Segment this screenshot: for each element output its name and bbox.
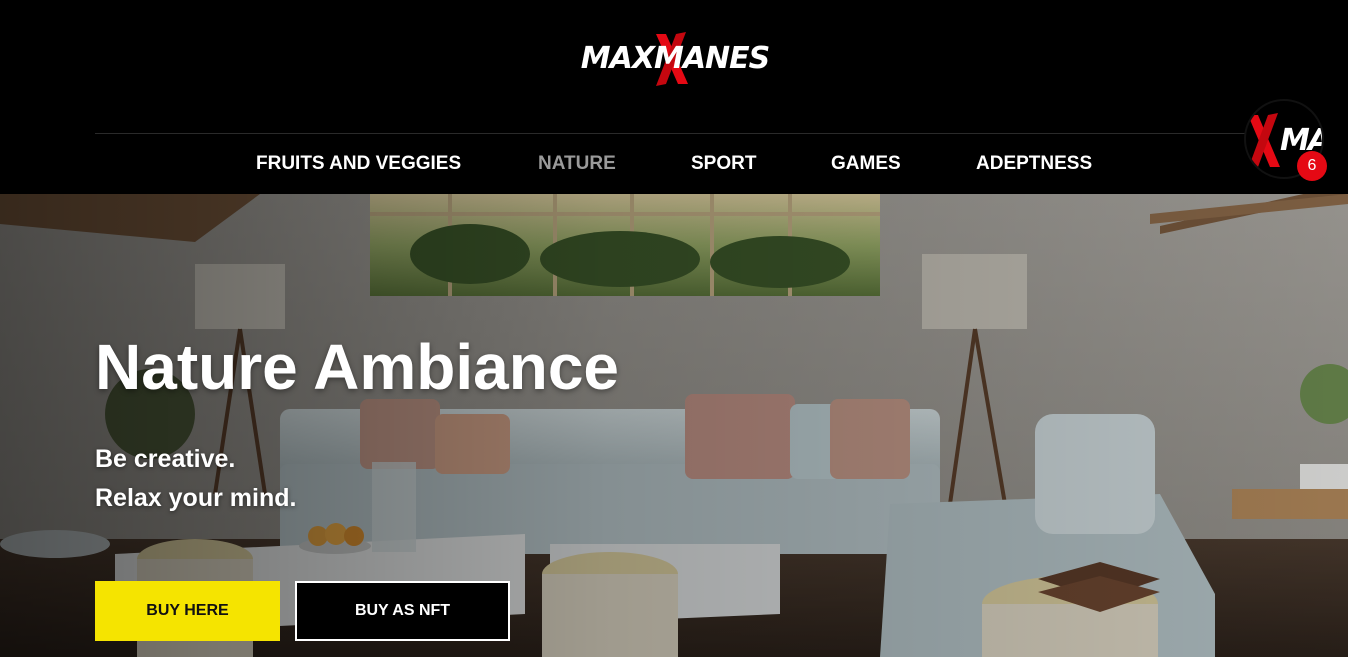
buy-as-nft-button[interactable]: BUY AS NFT — [295, 581, 510, 641]
nav-item-games[interactable]: GAMES — [831, 153, 901, 175]
cart-count-badge: 6 — [1297, 151, 1327, 181]
main-nav: FRUITS AND VEGGIES NATURE SPORT GAMES AD… — [0, 134, 1348, 194]
site-logo[interactable]: MAXMANES — [580, 30, 770, 86]
hero-subtitle-line-2: Relax your mind. — [95, 484, 297, 512]
nav-item-sport[interactable]: SPORT — [691, 153, 756, 175]
logo-wordmark: MAXMANES — [580, 40, 770, 76]
site-header: MAXMANES FRUITS AND VEGGIES NATURE SPORT… — [0, 0, 1348, 194]
hero-title: Nature Ambiance — [95, 331, 619, 403]
avatar-x-mark-icon — [1248, 113, 1280, 169]
nav-item-nature[interactable]: NATURE — [538, 153, 616, 175]
hero-banner: Nature Ambiance Be creative. Relax your … — [0, 194, 1348, 657]
buy-here-button[interactable]: BUY HERE — [95, 581, 280, 641]
hero-subtitle-line-1: Be creative. — [95, 445, 236, 473]
nav-item-adeptness[interactable]: ADEPTNESS — [976, 153, 1092, 175]
nav-item-fruits-and-veggies[interactable]: FRUITS AND VEGGIES — [256, 153, 461, 175]
